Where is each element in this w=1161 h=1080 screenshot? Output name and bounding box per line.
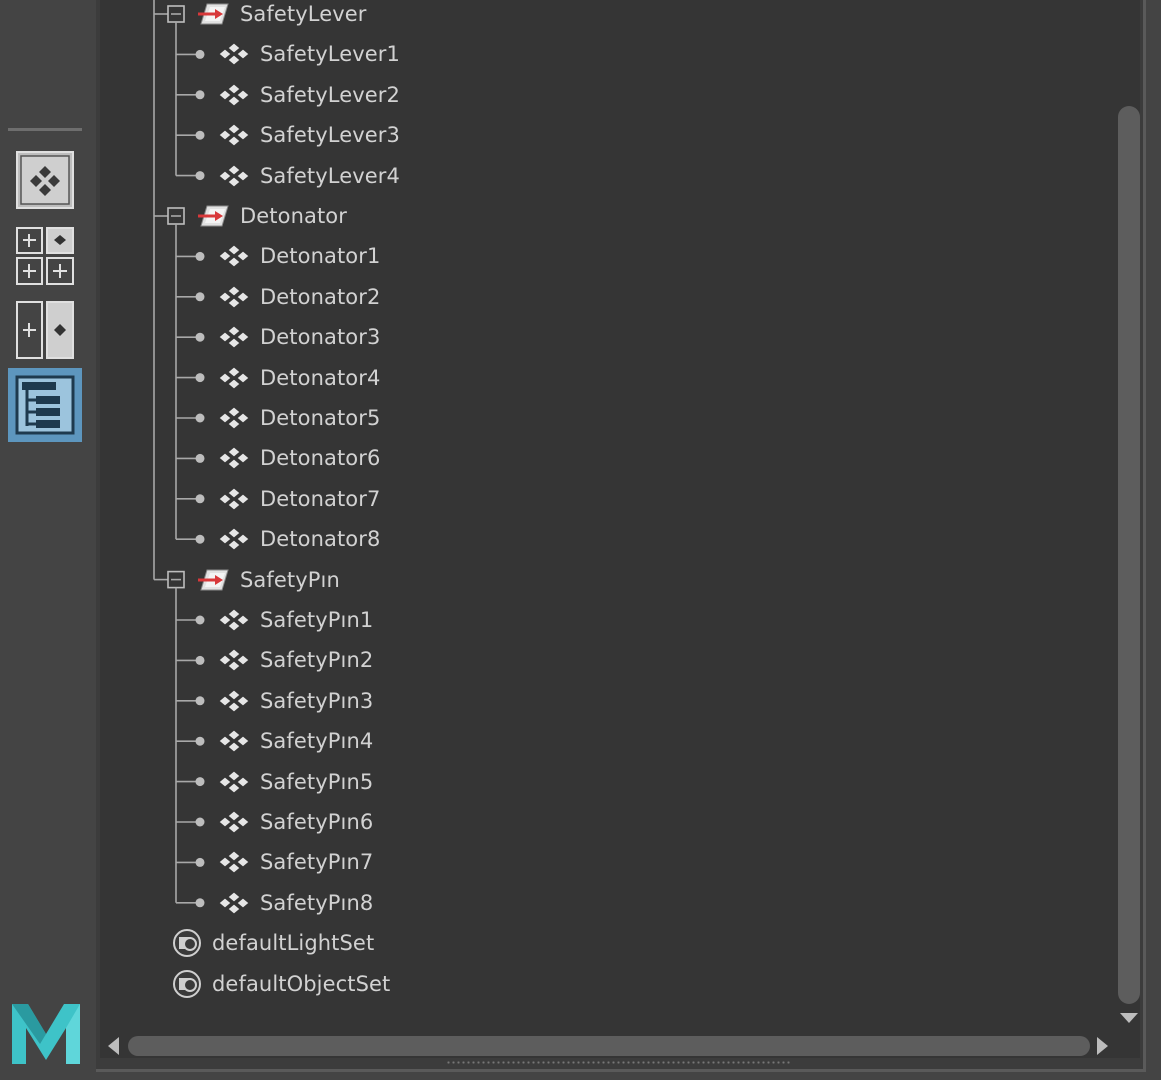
single-view-icon bbox=[16, 151, 74, 209]
item-label: SafetyPın4 bbox=[260, 729, 374, 754]
outliner-item[interactable]: SafetyPın4 bbox=[216, 723, 373, 759]
item-label: SafetyLever bbox=[240, 2, 367, 26]
outliner-item[interactable]: Detonator5 bbox=[216, 400, 380, 436]
outliner-item[interactable]: SafetyPın8 bbox=[216, 885, 373, 921]
mesh-icon bbox=[216, 846, 252, 878]
mesh-icon bbox=[216, 766, 252, 798]
scroll-left-arrow-icon[interactable] bbox=[104, 1034, 124, 1058]
item-label: Detonator3 bbox=[260, 325, 381, 350]
item-label: SafetyPın5 bbox=[260, 769, 374, 794]
outliner-item[interactable]: SafetyLever2 bbox=[216, 77, 400, 113]
mesh-icon bbox=[216, 483, 252, 515]
item-label: Detonator5 bbox=[260, 406, 381, 430]
mesh-icon bbox=[216, 887, 252, 919]
outliner-group-detonator[interactable]: Detonator bbox=[196, 198, 347, 234]
item-label: SafetyLever2 bbox=[260, 82, 400, 107]
four-view-layout-icon bbox=[16, 227, 74, 285]
scroll-down-arrow-icon[interactable] bbox=[1118, 1010, 1140, 1026]
outliner-item[interactable]: SafetyLever3 bbox=[216, 117, 400, 153]
outliner-item[interactable]: Detonator6 bbox=[216, 440, 380, 476]
item-label: Detonator4 bbox=[260, 365, 381, 390]
two-view-button[interactable] bbox=[15, 300, 75, 360]
set-icon bbox=[196, 564, 232, 596]
set-icon bbox=[196, 200, 232, 232]
mesh-icon bbox=[216, 685, 252, 717]
vertical-scrollbar[interactable] bbox=[1118, 106, 1140, 1004]
item-label: SafetyLever1 bbox=[260, 42, 400, 67]
item-label: Detonator2 bbox=[260, 284, 381, 309]
outliner-item[interactable]: SafetyPın5 bbox=[216, 764, 373, 800]
item-label: SafetyPın6 bbox=[260, 810, 374, 834]
mesh-icon bbox=[216, 321, 252, 353]
item-label: defaultLightSet bbox=[212, 931, 375, 956]
outliner-item[interactable]: SafetyPın7 bbox=[216, 844, 373, 880]
panel-resize-grip[interactable] bbox=[446, 1061, 792, 1064]
item-label: Detonator7 bbox=[260, 486, 381, 511]
mesh-icon bbox=[216, 119, 252, 151]
outliner-item[interactable]: Detonator4 bbox=[216, 360, 380, 396]
item-label: SafetyPın3 bbox=[260, 688, 374, 713]
object-set-icon bbox=[170, 968, 204, 1000]
mesh-icon bbox=[216, 402, 252, 434]
item-label: SafetyPın2 bbox=[260, 648, 374, 673]
mesh-icon bbox=[216, 240, 252, 272]
mesh-icon bbox=[216, 523, 252, 555]
outliner-button[interactable] bbox=[8, 368, 82, 442]
outliner-item[interactable]: Detonator1 bbox=[216, 238, 380, 274]
outliner-group-safetypın[interactable]: SafetyPın bbox=[196, 562, 340, 598]
item-label: Detonator8 bbox=[260, 527, 381, 552]
outliner-set-defaultObjectSet[interactable]: defaultObjectSet bbox=[170, 966, 390, 1002]
item-label: Detonator1 bbox=[260, 244, 381, 269]
mesh-icon bbox=[216, 806, 252, 838]
outliner-group-safetylever[interactable]: SafetyLever bbox=[196, 0, 367, 32]
mesh-icon bbox=[216, 281, 252, 313]
mesh-icon bbox=[216, 362, 252, 394]
outliner-item[interactable]: SafetyLever1 bbox=[216, 36, 400, 72]
item-label: SafetyLever3 bbox=[260, 123, 400, 148]
toolbar-separator bbox=[8, 128, 82, 131]
outliner-item[interactable]: SafetyLever4 bbox=[216, 158, 400, 194]
item-label: SafetyPın7 bbox=[260, 850, 374, 875]
outliner-tree: SafetyLever SafetyLever1 SafetyLever2 Safet… bbox=[100, 0, 1140, 1030]
outliner-item[interactable]: SafetyPın3 bbox=[216, 683, 373, 719]
single-view-button[interactable] bbox=[15, 150, 75, 210]
horizontal-scrollbar[interactable] bbox=[128, 1036, 1090, 1056]
outliner-item[interactable]: SafetyPın6 bbox=[216, 804, 373, 840]
item-label: defaultObjectSet bbox=[212, 971, 391, 996]
outliner-item[interactable]: Detonator7 bbox=[216, 481, 380, 517]
item-label: Detonator6 bbox=[260, 446, 381, 471]
outliner-item[interactable]: Detonator8 bbox=[216, 521, 380, 557]
item-label: SafetyPın1 bbox=[260, 608, 374, 632]
mesh-icon bbox=[216, 442, 252, 474]
scroll-right-arrow-icon[interactable] bbox=[1092, 1034, 1112, 1058]
item-label: SafetyPın8 bbox=[260, 890, 374, 915]
mesh-icon bbox=[216, 38, 252, 70]
item-label: Detonator bbox=[240, 204, 347, 228]
outliner-icon bbox=[8, 368, 82, 442]
mesh-icon bbox=[216, 160, 252, 192]
item-label: SafetyLever4 bbox=[260, 163, 400, 188]
mesh-icon bbox=[216, 79, 252, 111]
two-view-layout-icon bbox=[16, 301, 74, 359]
item-label: SafetyPın bbox=[240, 567, 340, 592]
maya-logo bbox=[10, 998, 82, 1066]
outliner-item[interactable]: Detonator2 bbox=[216, 279, 380, 315]
outliner-item[interactable]: SafetyPın2 bbox=[216, 642, 373, 678]
mesh-icon bbox=[216, 604, 252, 636]
mesh-icon bbox=[216, 644, 252, 676]
outliner-item[interactable]: Detonator3 bbox=[216, 319, 380, 355]
outliner-set-defaultLightSet[interactable]: defaultLightSet bbox=[170, 925, 374, 961]
set-icon bbox=[196, 0, 232, 30]
mesh-icon bbox=[216, 725, 252, 757]
layout-toolbar bbox=[0, 0, 92, 1080]
outliner-item[interactable]: SafetyPın1 bbox=[216, 602, 373, 638]
four-view-button[interactable] bbox=[15, 226, 75, 286]
object-set-icon bbox=[170, 927, 204, 959]
